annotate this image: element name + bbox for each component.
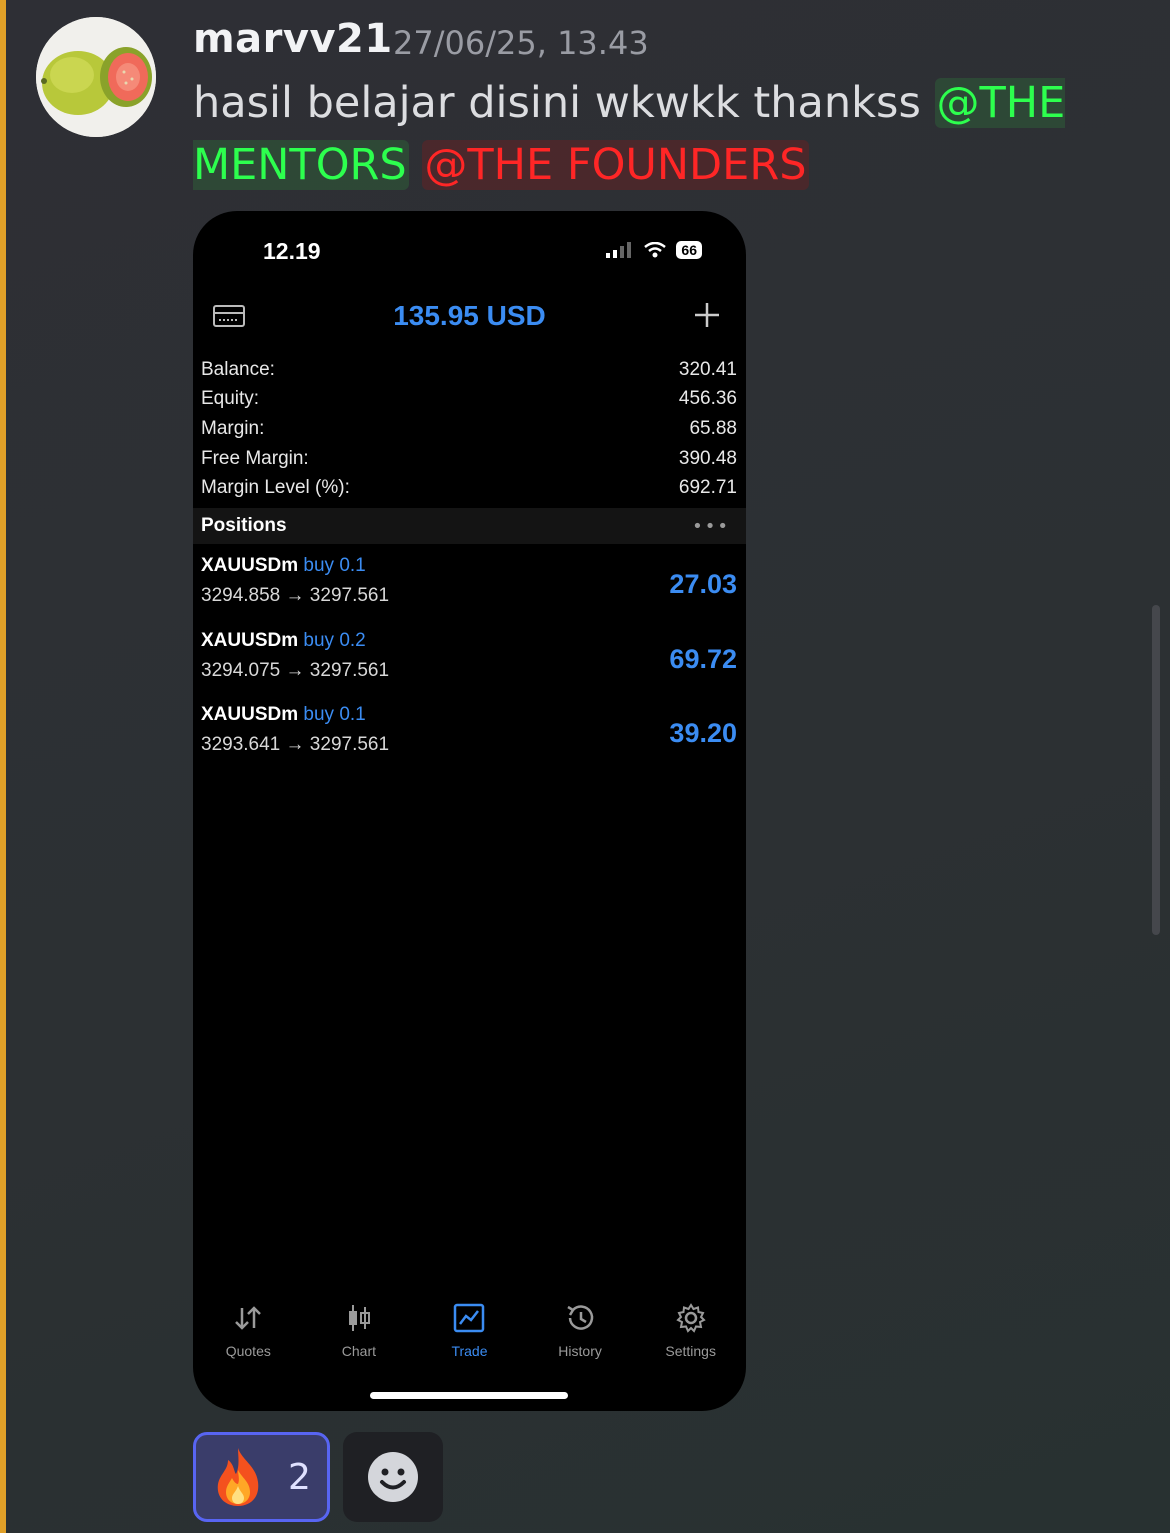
header-balance: 135.95 USD — [393, 300, 546, 331]
position-row[interactable]: XAUUSDm buy 0.1 3293.641 → 3297.561 39.2… — [201, 700, 737, 775]
position-profit: 69.72 — [669, 643, 737, 674]
timestamp: 27/06/25, 13.43 — [393, 24, 649, 62]
tab-label: History — [558, 1343, 602, 1359]
positions-header: Positions ••• — [193, 508, 746, 544]
position-row[interactable]: XAUUSDm buy 0.1 3294.858 → 3297.561 27.0… — [201, 551, 737, 626]
account-value: 65.88 — [689, 417, 737, 439]
more-icon[interactable]: ••• — [692, 516, 730, 537]
account-row-balance: Balance: 320.41 — [201, 355, 737, 385]
tab-settings[interactable]: Settings — [635, 1301, 746, 1361]
history-clock-icon — [564, 1301, 596, 1335]
scrollbar[interactable] — [1152, 605, 1160, 935]
position-profit: 27.03 — [669, 569, 737, 599]
account-value: 692.71 — [678, 477, 737, 499]
tab-quotes[interactable]: Quotes — [193, 1301, 304, 1361]
username[interactable]: marvv21 — [193, 16, 393, 62]
add-reaction-button[interactable] — [343, 1432, 443, 1522]
account-value: 390.48 — [678, 447, 737, 469]
tab-trade[interactable]: Trade — [414, 1301, 525, 1361]
position-row[interactable]: XAUUSDm buy 0.2 3294.075 → 3297.561 69.7… — [201, 626, 737, 701]
position-title: XAUUSDm buy 0.1 — [201, 555, 366, 577]
fire-emoji-icon — [217, 1448, 259, 1506]
position-direction: buy 0.1 — [303, 704, 366, 725]
position-direction: buy 0.1 — [303, 555, 366, 576]
position-prices: 3293.641 → 3297.561 — [201, 734, 390, 755]
position-symbol: XAUUSDm — [201, 629, 299, 651]
message-body: hasil belajar disini wkwkk thankss — [193, 78, 921, 128]
bottom-tabbar: Quotes Chart Trade History Settings — [193, 1301, 746, 1361]
positions-list: XAUUSDm buy 0.1 3294.858 → 3297.561 27.0… — [201, 551, 737, 775]
avatar[interactable] — [36, 17, 156, 137]
position-prices: 3294.075 → 3297.561 — [201, 659, 390, 681]
account-row-free-margin: Free Margin: 390.48 — [201, 444, 737, 474]
trade-topbar: 135.95 USD — [193, 296, 746, 340]
message-highlight-bar — [0, 0, 6, 1533]
candlestick-icon — [345, 1301, 373, 1335]
trade-chart-icon — [453, 1301, 485, 1335]
status-time: 12.19 — [263, 238, 321, 264]
account-row-equity: Equity: 456.36 — [201, 385, 737, 415]
position-direction: buy 0.2 — [303, 629, 366, 651]
status-icons: 66 — [606, 241, 702, 259]
account-label: Margin: — [201, 417, 265, 439]
account-value: 456.36 — [678, 388, 737, 410]
plus-icon[interactable] — [692, 300, 722, 334]
reaction-fire[interactable]: 2 — [193, 1432, 330, 1522]
position-symbol: XAUUSDm — [201, 704, 299, 725]
battery-icon: 66 — [676, 241, 702, 259]
smiley-icon — [368, 1452, 418, 1502]
account-label: Margin Level (%): — [201, 477, 350, 499]
home-indicator — [370, 1392, 568, 1399]
position-title: XAUUSDm buy 0.2 — [201, 630, 366, 652]
position-prices: 3294.858 → 3297.561 — [201, 585, 390, 606]
guava-fruit-avatar — [36, 17, 156, 137]
position-symbol: XAUUSDm — [201, 555, 299, 576]
tab-label: Chart — [341, 1343, 376, 1359]
positions-title: Positions — [201, 515, 287, 536]
tab-label: Trade — [451, 1343, 488, 1359]
account-summary: Balance: 320.41 Equity: 456.36 Margin: 6… — [201, 355, 737, 503]
account-value: 320.41 — [678, 358, 737, 380]
tab-label: Settings — [665, 1343, 716, 1359]
mention-founders[interactable]: @THE FOUNDERS — [422, 140, 809, 190]
tab-history[interactable]: History — [525, 1301, 636, 1361]
wifi-icon — [644, 242, 667, 258]
account-label: Balance: — [201, 358, 275, 380]
account-row-margin-level: Margin Level (%): 692.71 — [201, 473, 737, 503]
signal-icon — [606, 242, 632, 258]
account-label: Free Margin: — [201, 447, 309, 469]
gear-icon — [675, 1301, 707, 1335]
quotes-arrows-icon — [232, 1301, 264, 1335]
position-profit: 39.20 — [669, 718, 737, 748]
account-row-margin: Margin: 65.88 — [201, 414, 737, 444]
tab-chart[interactable]: Chart — [304, 1301, 415, 1361]
position-title: XAUUSDm buy 0.1 — [201, 704, 366, 726]
message-text: hasil belajar disini wkwkk thankss @THE … — [193, 72, 1093, 196]
reaction-count: 2 — [288, 1456, 311, 1498]
account-label: Equity: — [201, 388, 260, 410]
screenshot-attachment[interactable]: 12.19 66 135.95 USD Balance: 320.41 Equi… — [193, 211, 746, 1411]
tab-label: Quotes — [225, 1343, 271, 1359]
